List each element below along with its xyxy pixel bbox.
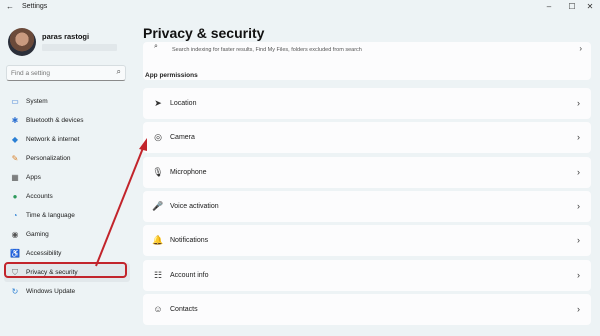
- chevron-right-icon: ›: [577, 303, 580, 314]
- sidebar-item-gaming[interactable]: ◉ Gaming: [4, 225, 130, 244]
- chevron-right-icon: ›: [577, 166, 580, 177]
- sidebar-item-windows-update[interactable]: ↻ Windows Update: [4, 282, 130, 301]
- permission-label: Contacts: [170, 305, 198, 313]
- permission-label: Microphone: [170, 168, 207, 176]
- chevron-right-icon: ›: [577, 235, 580, 246]
- user-email-redacted: [42, 44, 117, 51]
- location-icon: ➤: [154, 98, 162, 108]
- system-icon: ▭: [11, 97, 19, 106]
- permission-row-location[interactable]: ➤ Location ›: [143, 88, 591, 119]
- chevron-right-icon: ›: [577, 132, 580, 143]
- permission-row-account-info[interactable]: ☷ Account info ›: [143, 259, 591, 291]
- gaming-icon: ◉: [11, 230, 19, 239]
- main-content: Privacy & security ⌕ Search indexing for…: [136, 14, 600, 336]
- search-icon: ⌕: [154, 43, 158, 50]
- chevron-right-icon: ›: [579, 44, 582, 53]
- avatar[interactable]: [8, 28, 36, 56]
- sidebar-item-bluetooth-devices[interactable]: ✱ Bluetooth & devices: [4, 111, 130, 130]
- permission-row-microphone[interactable]: 🎙 Microphone ›: [143, 156, 591, 188]
- permission-label: Voice activation: [170, 202, 219, 210]
- voice-activation-icon: 🎤: [152, 200, 164, 211]
- sidebar-item-label: Gaming: [26, 231, 49, 238]
- sidebar-item-label: Accounts: [26, 193, 53, 200]
- minimize-button[interactable]: –: [539, 1, 559, 13]
- account-info-icon: ☷: [153, 269, 163, 280]
- permission-label: Camera: [170, 134, 195, 142]
- permission-label: Notifications: [170, 237, 209, 245]
- accessibility-icon: ♿: [10, 249, 20, 258]
- chevron-right-icon: ›: [577, 98, 580, 108]
- notifications-icon: 🔔: [152, 235, 164, 246]
- sidebar-item-label: Personalization: [26, 155, 71, 162]
- chevron-right-icon: ›: [577, 200, 580, 211]
- window-title: Settings: [22, 3, 48, 10]
- permission-row-voice-activation[interactable]: 🎤 Voice activation ›: [143, 190, 591, 222]
- sidebar-item-apps[interactable]: ▦ Apps: [4, 168, 130, 187]
- highlight-box: [4, 262, 127, 278]
- personalization-icon: ✎: [11, 154, 19, 163]
- search-box[interactable]: ⌕: [6, 65, 126, 81]
- network-internet-icon: ◆: [11, 135, 19, 144]
- close-button[interactable]: ✕: [580, 1, 600, 13]
- sidebar-item-label: Network & internet: [26, 136, 80, 143]
- search-icon[interactable]: ⌕: [117, 67, 121, 77]
- time-language-icon: ◔: [12, 211, 18, 220]
- sidebar-item-label: Windows Update: [26, 288, 76, 295]
- sidebar: paras rastogi ⌕ ▭ System ✱ Bluetooth & devi…: [0, 14, 136, 336]
- contacts-icon: ☺: [153, 303, 163, 314]
- back-arrow-icon[interactable]: ←: [6, 2, 14, 11]
- sidebar-item-personalization[interactable]: ✎ Personalization: [4, 149, 130, 168]
- apps-icon: ▦: [11, 173, 19, 182]
- title-bar: ← Settings – ☐ ✕: [0, 0, 600, 14]
- permission-label: Account info: [170, 271, 209, 279]
- sidebar-item-label: Bluetooth & devices: [26, 117, 84, 124]
- searching-windows-card[interactable]: ⌕ Search indexing for faster results, Fi…: [143, 42, 591, 80]
- sidebar-item-accounts[interactable]: ● Accounts: [4, 187, 130, 206]
- sidebar-item-label: Apps: [26, 174, 41, 181]
- page-title: Privacy & security: [143, 25, 265, 41]
- search-input[interactable]: [11, 68, 106, 78]
- sidebar-item-network-internet[interactable]: ◆ Network & internet: [4, 130, 130, 149]
- user-name: paras rastogi: [42, 32, 90, 41]
- sidebar-item-accessibility[interactable]: ♿ Accessibility: [4, 244, 130, 263]
- permission-label: Location: [170, 100, 197, 107]
- sidebar-item-time-language[interactable]: ◔ Time & language: [4, 206, 130, 225]
- microphone-icon: 🎙: [152, 166, 164, 177]
- sidebar-item-label: Time & language: [26, 212, 75, 219]
- sidebar-item-system[interactable]: ▭ System: [4, 92, 130, 111]
- windows-update-icon: ↻: [11, 287, 19, 296]
- camera-icon: ◎: [154, 132, 162, 143]
- permission-row-contacts[interactable]: ☺ Contacts ›: [143, 293, 591, 325]
- card-description: Search indexing for faster results, Find…: [172, 47, 362, 53]
- chevron-right-icon: ›: [577, 269, 580, 280]
- accounts-icon: ●: [12, 192, 18, 201]
- section-heading: App permissions: [145, 72, 198, 79]
- permission-row-notifications[interactable]: 🔔 Notifications ›: [143, 225, 591, 257]
- maximize-button[interactable]: ☐: [562, 1, 582, 13]
- sidebar-item-label: Accessibility: [26, 250, 62, 257]
- permission-row-camera[interactable]: ◎ Camera ›: [143, 122, 591, 154]
- sidebar-item-label: System: [26, 98, 48, 105]
- bluetooth-devices-icon: ✱: [11, 116, 19, 125]
